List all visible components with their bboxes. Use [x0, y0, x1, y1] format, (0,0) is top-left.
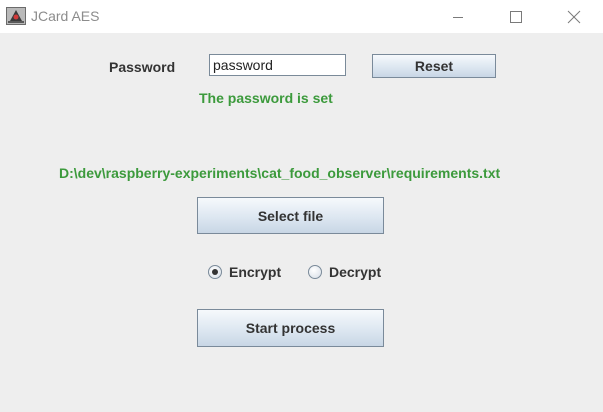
- select-file-button[interactable]: Select file: [197, 197, 384, 234]
- minimize-button[interactable]: [435, 0, 481, 33]
- java-app-icon: [6, 7, 26, 25]
- minimize-icon: [453, 16, 463, 18]
- password-input[interactable]: [209, 54, 346, 76]
- radio-unchecked-icon: [308, 265, 322, 279]
- decrypt-radio-label: Decrypt: [329, 264, 382, 280]
- reset-button[interactable]: Reset: [372, 54, 496, 78]
- radio-checked-icon: [208, 265, 222, 279]
- decrypt-radio[interactable]: Decrypt: [308, 263, 381, 281]
- close-button[interactable]: [551, 0, 597, 33]
- start-process-button[interactable]: Start process: [197, 309, 384, 347]
- password-status-text: The password is set: [199, 90, 333, 106]
- selected-file-path: D:\dev\raspberry-experiments\cat_food_ob…: [59, 165, 501, 181]
- password-label: Password: [109, 59, 176, 75]
- close-icon: [567, 10, 581, 23]
- encrypt-radio[interactable]: Encrypt: [208, 263, 281, 281]
- maximize-icon: [510, 10, 522, 23]
- maximize-button[interactable]: [493, 0, 539, 33]
- window-title: JCard AES: [31, 8, 100, 24]
- title-bar: JCard AES: [0, 0, 603, 33]
- encrypt-radio-label: Encrypt: [229, 264, 282, 280]
